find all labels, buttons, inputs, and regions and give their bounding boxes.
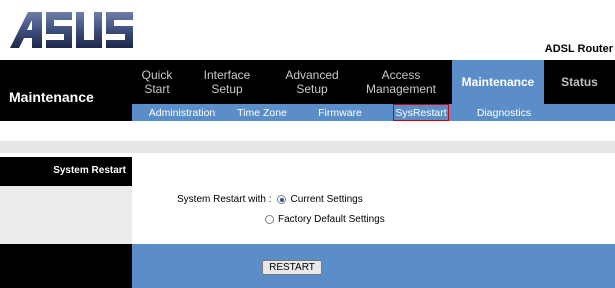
restart-prompt-label: System Restart with : [177,194,272,205]
subnav-diagnostics[interactable]: Diagnostics [470,104,538,121]
radio-factory-default[interactable] [265,215,274,224]
footer-side-panel [0,244,132,288]
radio-current-settings[interactable] [277,195,287,204]
nav-section-title: Maintenance [9,89,94,105]
factory-default-row: Factory Default Settings [265,214,385,225]
option-current-settings-label: Current Settings [290,194,363,205]
restart-button[interactable]: RESTART [262,260,322,275]
nav-section-panel: Maintenance [0,60,132,121]
main-nav: Quick Start Interface Setup Advanced Set… [132,60,615,104]
subnav-time-zone[interactable]: Time Zone [232,104,292,121]
section-header: System Restart [0,157,132,186]
restart-prompt-row: System Restart with : Current Settings [177,194,363,205]
sub-nav: Administration Time Zone Firmware SysRes… [132,104,615,121]
nav-advanced-setup[interactable]: Advanced Setup [272,60,352,104]
subnav-firmware[interactable]: Firmware [308,104,372,121]
nav-access-management[interactable]: Access Management [360,60,442,104]
nav-status[interactable]: Status [544,60,615,104]
separator-band [0,141,615,153]
nav-interface-setup[interactable]: Interface Setup [192,60,262,104]
section-title: System Restart [53,165,126,176]
subnav-administration[interactable]: Administration [140,104,224,121]
section-side-panel [0,186,132,244]
asus-logo [10,12,133,48]
product-name: ADSL Router [544,43,613,55]
nav-quick-start[interactable]: Quick Start [132,60,182,104]
subnav-sysrestart[interactable]: SysRestart [393,104,449,121]
footer-bar [132,244,615,288]
nav-maintenance[interactable]: Maintenance [452,60,544,104]
option-factory-default-label: Factory Default Settings [278,214,385,225]
